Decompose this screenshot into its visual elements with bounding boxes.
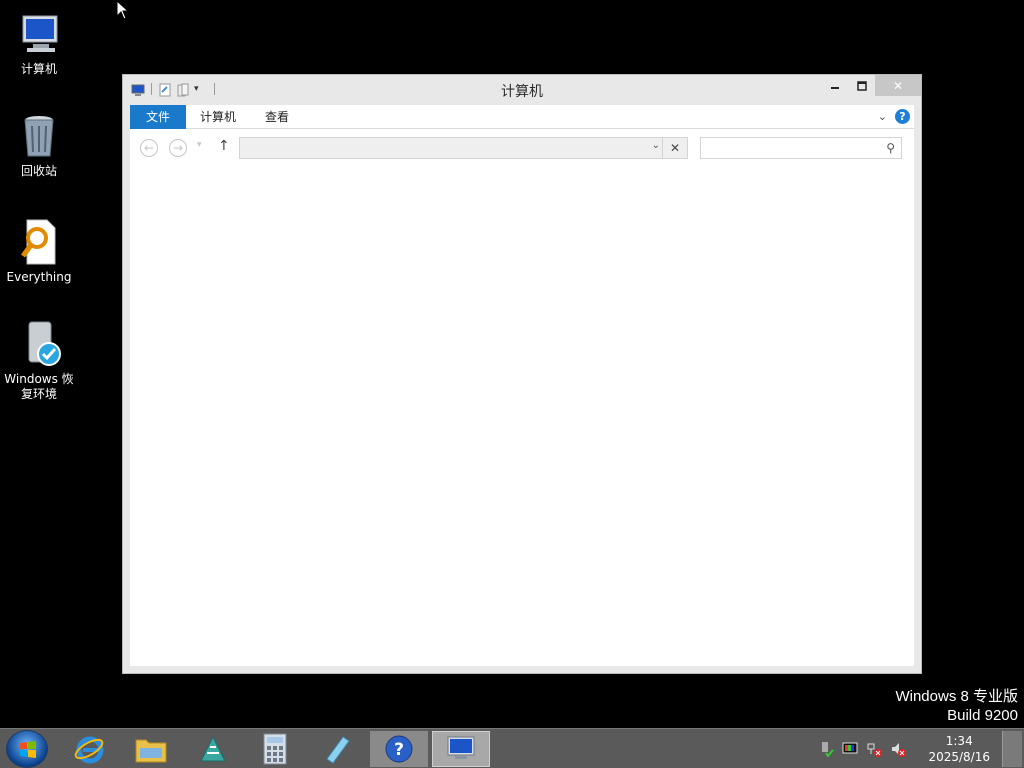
taskbar-app-help[interactable]: ? — [370, 731, 428, 767]
taskbar-app-ie[interactable] — [60, 731, 118, 767]
chevron-down-icon[interactable]: ⌄ — [652, 140, 660, 151]
svg-text:?: ? — [394, 740, 404, 760]
safely-remove-hardware-icon[interactable] — [818, 741, 835, 758]
network-disconnected-icon[interactable] — [866, 741, 883, 757]
watermark-build: Build 9200 — [947, 707, 1018, 724]
minimize-button[interactable] — [821, 75, 848, 96]
clear-address-button[interactable]: ✕ — [663, 137, 688, 159]
system-tray: 1:34 2025/8/16 — [818, 729, 990, 768]
close-button[interactable]: ✕ — [875, 75, 921, 96]
tab-computer[interactable]: 计算机 — [186, 105, 250, 129]
mouse-cursor-icon — [116, 0, 130, 24]
windows-logo-icon — [20, 741, 36, 758]
window-title: 计算机 — [501, 84, 543, 100]
show-desktop-button[interactable] — [1002, 731, 1022, 767]
back-button[interactable]: ← — [140, 139, 158, 157]
taskbar-app-notes[interactable] — [308, 731, 366, 767]
computer-icon — [447, 736, 475, 759]
title-bar[interactable]: ▾ 计算机 ✕ — [123, 75, 921, 104]
volume-muted-icon[interactable] — [890, 741, 907, 757]
computer-icon — [15, 10, 63, 58]
taskbar: ? 1:34 2025/8/16 — [0, 728, 1024, 768]
recovery-environment-icon — [15, 320, 63, 368]
tab-file[interactable]: 文件 — [130, 105, 186, 129]
taskbar-app-network[interactable] — [184, 731, 242, 767]
desktop-icon-label: Everything — [6, 270, 72, 284]
desktop-icon-recycle-bin[interactable]: 回收站 — [0, 112, 78, 179]
maximize-button[interactable] — [848, 75, 875, 96]
display-settings-icon[interactable] — [842, 741, 858, 757]
taskbar-app-computer[interactable] — [432, 731, 490, 767]
start-button[interactable] — [6, 730, 48, 768]
folder-icon — [135, 739, 167, 763]
taskbar-app-file-explorer[interactable] — [122, 731, 180, 767]
ie-icon — [74, 736, 104, 764]
everything-search-icon — [15, 218, 63, 266]
explorer-window[interactable]: ▾ 计算机 ✕ 文件 计算机 查看 ⌄ ? ← → ▾ ↑ ⌄ ✕ ⚲ — [122, 74, 922, 674]
recent-locations-icon[interactable]: ▾ — [197, 140, 202, 150]
help-icon[interactable]: ? — [895, 109, 910, 124]
desktop-icon-label: 计算机 — [20, 62, 57, 76]
navigation-bar: ← → ▾ ↑ ⌄ ✕ ⚲ — [130, 137, 914, 159]
desktop-icon-label: Windows 恢复环境 — [4, 372, 74, 401]
network-icon — [200, 735, 226, 762]
address-bar[interactable]: ⌄ — [239, 137, 663, 159]
desktop-icon-everything[interactable]: Everything — [0, 218, 78, 285]
clock-time: 1:34 — [945, 734, 973, 748]
expand-ribbon-icon[interactable]: ⌄ — [878, 110, 887, 123]
tab-view[interactable]: 查看 — [251, 105, 303, 129]
desktop-icon-computer[interactable]: 计算机 — [0, 10, 78, 77]
desktop-icon-recovery[interactable]: Windows 恢复环境 — [0, 320, 78, 402]
taskbar-app-calculator[interactable] — [246, 731, 304, 767]
watermark-edition: Windows 8 专业版 — [895, 688, 1018, 705]
clock[interactable]: 1:34 2025/8/16 — [928, 733, 990, 765]
ribbon-tabs: 文件 计算机 查看 ⌄ ? — [130, 105, 914, 129]
up-arrow-icon[interactable]: ↑ — [218, 138, 230, 154]
clock-date: 2025/8/16 — [928, 750, 990, 764]
desktop-icon-label: 回收站 — [20, 164, 57, 178]
calculator-icon — [263, 733, 287, 765]
content-pane[interactable]: ← → ▾ ↑ ⌄ ✕ ⚲ — [130, 129, 914, 666]
search-input[interactable]: ⚲ — [700, 137, 902, 159]
notepad-icon — [326, 736, 350, 764]
search-icon[interactable]: ⚲ — [886, 141, 895, 155]
help-icon: ? — [385, 735, 413, 763]
window-controls: ✕ — [821, 75, 921, 96]
forward-button[interactable]: → — [169, 139, 187, 157]
recycle-bin-icon — [15, 112, 63, 160]
